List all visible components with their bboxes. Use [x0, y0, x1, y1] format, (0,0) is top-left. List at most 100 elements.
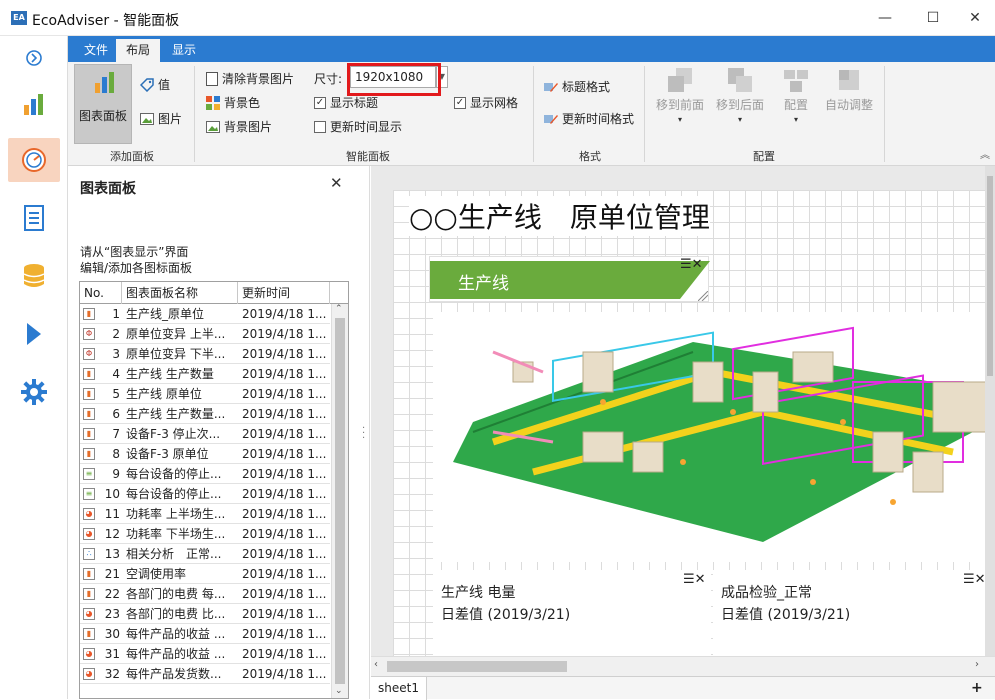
scroll-thumb[interactable]	[335, 318, 345, 684]
show-grid-checkbox[interactable]: ✓ 显示网格	[454, 94, 518, 111]
group-separator	[194, 66, 195, 162]
show-title-checkbox[interactable]: ✓ 显示标题	[314, 94, 378, 111]
dashboard-title[interactable]: ○○生产线 原单位管理	[409, 196, 710, 236]
title-format-button[interactable]: 标题格式	[544, 78, 610, 95]
pane-splitter[interactable]: · · ·	[362, 424, 365, 444]
clear-bg-image-button[interactable]: 清除背景图片	[206, 70, 294, 87]
canvas-vertical-scrollbar[interactable]	[985, 166, 995, 656]
table-row[interactable]: ◕ 32 每件产品发货数... 2019/4/18 1...	[80, 664, 330, 684]
row-name: 每件产品的收益 ...	[126, 647, 226, 661]
chevron-right-icon[interactable]: ›	[975, 659, 979, 670]
arrange-button[interactable]: 配置 ▾	[774, 66, 818, 124]
chevron-left-icon[interactable]: ‹	[374, 659, 378, 670]
bring-front-button[interactable]: 移到前面 ▾	[654, 66, 706, 124]
close-button[interactable]: ✕	[952, 6, 995, 30]
row-number: 22	[104, 587, 120, 601]
menu-icon[interactable]: ☰✕	[680, 257, 703, 272]
add-sheet-button[interactable]: +	[971, 680, 983, 696]
play-icon[interactable]	[8, 312, 60, 356]
row-time: 2019/4/18 1...	[242, 527, 327, 541]
table-row[interactable]: ∴ 13 相关分析 正常... 2019/4/18 1...	[80, 544, 330, 564]
bring-front-icon	[668, 68, 692, 92]
image-icon	[206, 120, 220, 133]
value-button[interactable]: 值	[140, 76, 170, 93]
column-header-no[interactable]: No.	[80, 282, 122, 304]
send-back-button[interactable]: 移到后面 ▾	[714, 66, 766, 124]
kpi-title: 生产线 电量	[441, 585, 516, 601]
factory-layout-image[interactable]	[433, 312, 995, 562]
table-row[interactable]: ◕ 23 各部门的电费 比... 2019/4/18 1...	[80, 604, 330, 624]
table-row[interactable]: ◕ 11 功耗率 上半场生... 2019/4/18 1...	[80, 504, 330, 524]
chart-panel-button[interactable]: 图表面板	[74, 64, 132, 144]
column-header-name[interactable]: 图表面板名称	[122, 282, 238, 304]
document-icon[interactable]	[8, 196, 60, 240]
ribbon: 图表面板 值 图片 添加面板 清除背景图片 背景色 背景图片 尺寸: 1920x…	[68, 62, 995, 166]
bar-chart-icon: ▮	[83, 408, 95, 420]
column-header-time[interactable]: 更新时间	[238, 282, 330, 304]
maximize-button[interactable]: ☐	[910, 6, 956, 30]
checkbox-checked-icon: ✓	[454, 96, 466, 109]
chevron-down-icon[interactable]: ⌄	[335, 686, 343, 696]
sheet-tab[interactable]: sheet1	[371, 677, 427, 700]
table-row[interactable]: ◕ 31 每件产品的收益 ... 2019/4/18 1...	[80, 644, 330, 664]
update-time-checkbox[interactable]: 更新时间显示	[314, 118, 402, 135]
send-back-icon	[728, 68, 752, 92]
table-row[interactable]: Φ 3 原单位变异 下半... 2019/4/18 1...	[80, 344, 330, 364]
title-format-label: 标题格式	[562, 80, 611, 94]
bar-chart-icon: ▮	[83, 388, 95, 400]
gear-icon[interactable]	[8, 370, 60, 414]
hbar-chart-icon: ≡	[83, 488, 95, 500]
row-number: 6	[112, 407, 120, 421]
expand-icon[interactable]	[8, 36, 60, 80]
table-row[interactable]: ▮ 7 设备F-3 停止次... 2019/4/18 1...	[80, 424, 330, 444]
table-scrollbar[interactable]: ⌃ ⌄	[331, 304, 348, 698]
image-button[interactable]: 图片	[140, 110, 182, 127]
menu-icon[interactable]: ☰✕	[963, 572, 986, 587]
table-row[interactable]: ▮ 8 设备F-3 原单位 2019/4/18 1...	[80, 444, 330, 464]
table-row[interactable]: ▮ 6 生产线 生产数量... 2019/4/18 1...	[80, 404, 330, 424]
table-row[interactable]: ▮ 5 生产线 原单位 2019/4/18 1...	[80, 384, 330, 404]
bg-image-button[interactable]: 背景图片	[206, 118, 272, 135]
table-row[interactable]: ▮ 21 空调使用率 2019/4/18 1...	[80, 564, 330, 584]
bg-color-button[interactable]: 背景色	[206, 94, 260, 111]
menu-icon[interactable]: ☰✕	[683, 572, 706, 587]
table-row[interactable]: ◕ 12 功耗率 下半场生... 2019/4/18 1...	[80, 524, 330, 544]
auto-adjust-label: 自动调整	[824, 98, 873, 112]
table-row[interactable]: Φ 2 原单位变异 上半... 2019/4/18 1...	[80, 324, 330, 344]
bg-image-label: 背景图片	[224, 120, 273, 134]
banner-card[interactable]: 生产线 ☰✕	[429, 256, 710, 302]
row-name: 功耗率 下半场生...	[126, 527, 226, 541]
canvas-horizontal-scrollbar[interactable]: ‹ ›	[371, 656, 995, 676]
update-time-format-button[interactable]: 更新时间格式	[544, 110, 634, 127]
row-number: 31	[104, 647, 120, 661]
row-time: 2019/4/18 1...	[242, 327, 327, 341]
scroll-thumb[interactable]	[987, 176, 993, 376]
scroll-thumb[interactable]	[387, 661, 567, 672]
resize-handle-icon[interactable]	[698, 291, 708, 301]
tab-layout[interactable]: 布局	[116, 39, 161, 62]
table-row[interactable]: ▮ 1 生产线_原单位 2019/4/18 1...	[80, 304, 330, 324]
tab-display[interactable]: 显示	[162, 39, 206, 62]
table-row[interactable]: ▮ 22 各部门的电费 每... 2019/4/18 1...	[80, 584, 330, 604]
table-row[interactable]: ≡ 10 每台设备的停止... 2019/4/18 1...	[80, 484, 330, 504]
row-name: 各部门的电费 每...	[126, 587, 226, 601]
palette-icon	[206, 95, 220, 110]
pie-chart-icon: ◕	[83, 508, 95, 520]
close-icon[interactable]: ✕	[330, 174, 343, 192]
row-number: 9	[112, 467, 120, 481]
chevron-up-icon[interactable]: ︽	[980, 146, 990, 161]
minimize-button[interactable]: —	[862, 6, 908, 30]
database-icon[interactable]	[8, 254, 60, 298]
row-name: 生产线 原单位	[126, 387, 202, 401]
table-row[interactable]: ▮ 4 生产线 生产数量 2019/4/18 1...	[80, 364, 330, 384]
table-row[interactable]: ≡ 9 每台设备的停止... 2019/4/18 1...	[80, 464, 330, 484]
table-row[interactable]: ▮ 30 每件产品的收益 ... 2019/4/18 1...	[80, 624, 330, 644]
gauge-icon[interactable]	[8, 138, 60, 182]
bar-chart-icon[interactable]	[8, 82, 60, 126]
dashboard-canvas: ○○生产线 原单位管理 生产线 ☰✕ 生产线 电量 日差值 (2019/3/21…	[371, 166, 995, 676]
row-time: 2019/4/18 1...	[242, 487, 327, 501]
chevron-up-icon[interactable]: ⌃	[335, 304, 343, 314]
row-name: 功耗率 上半场生...	[126, 507, 226, 521]
tab-file[interactable]: 文件	[74, 39, 118, 62]
auto-adjust-button[interactable]: 自动调整	[820, 66, 878, 113]
